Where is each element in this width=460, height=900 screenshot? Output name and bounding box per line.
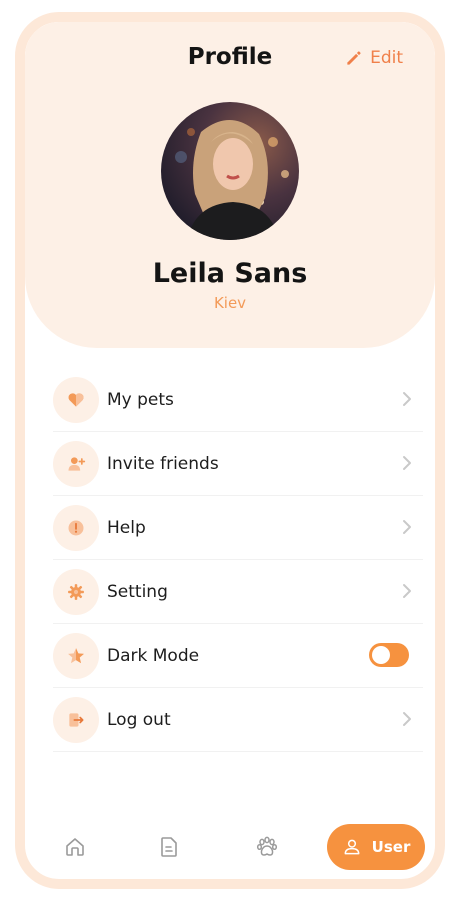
gear-icon <box>68 583 84 600</box>
toggle-knob <box>372 646 390 664</box>
menu-item-setting[interactable]: Setting <box>53 560 423 624</box>
avatar <box>161 102 299 240</box>
dark-mode-toggle[interactable] <box>369 643 409 667</box>
menu-item-dark-mode: Dark Mode <box>53 624 423 688</box>
chevron-right-icon <box>403 712 411 726</box>
phone-frame: Profile Edit Leila Sans Kiev My pets Inv… <box>15 12 445 889</box>
logout-icon-badge <box>53 696 99 743</box>
chevron-right-icon <box>403 584 411 598</box>
logout-icon <box>69 712 84 727</box>
menu-item-help[interactable]: Help <box>53 496 423 560</box>
settings-menu: My pets Invite friends Help Setting Dark… <box>53 368 423 752</box>
user-icon <box>344 839 360 855</box>
home-icon <box>66 838 84 856</box>
menu-item-log-out[interactable]: Log out <box>53 688 423 752</box>
star-icon-badge <box>53 632 99 679</box>
menu-item-my-pets[interactable]: My pets <box>53 368 423 432</box>
edit-button[interactable]: Edit <box>344 48 403 68</box>
nav-documents[interactable] <box>141 824 197 870</box>
add-user-icon-badge <box>53 440 99 487</box>
bottom-nav: User <box>25 824 435 870</box>
avatar-photo <box>161 102 299 240</box>
nav-pets[interactable] <box>239 824 295 870</box>
chevron-right-icon <box>403 456 411 470</box>
profile-city: Kiev <box>213 294 247 312</box>
profile-name: Leila Sans <box>152 258 308 289</box>
menu-item-label: Dark Mode <box>107 645 200 666</box>
paw-icon <box>256 836 278 856</box>
nav-user-label: User <box>371 838 411 856</box>
info-icon-badge <box>53 504 99 551</box>
info-icon <box>68 520 84 535</box>
menu-item-label: Setting <box>107 581 168 602</box>
profile-header: Profile Edit Leila Sans Kiev <box>25 22 435 348</box>
menu-item-invite-friends[interactable]: Invite friends <box>53 432 423 496</box>
menu-item-label: Help <box>107 517 146 538</box>
edit-label: Edit <box>370 48 403 68</box>
gear-icon-badge <box>53 568 99 615</box>
chevron-right-icon <box>403 520 411 534</box>
chevron-right-icon <box>403 392 411 406</box>
add-user-icon <box>68 456 86 471</box>
menu-item-label: My pets <box>107 389 174 410</box>
nav-user-button[interactable]: User <box>327 824 425 870</box>
menu-item-label: Invite friends <box>107 453 219 474</box>
menu-item-label: Log out <box>107 709 171 730</box>
nav-home[interactable] <box>47 824 103 870</box>
document-icon <box>161 837 177 857</box>
heart-icon-badge <box>53 376 99 423</box>
heart-icon <box>68 392 84 407</box>
pencil-icon <box>347 51 361 65</box>
star-icon <box>68 647 84 663</box>
